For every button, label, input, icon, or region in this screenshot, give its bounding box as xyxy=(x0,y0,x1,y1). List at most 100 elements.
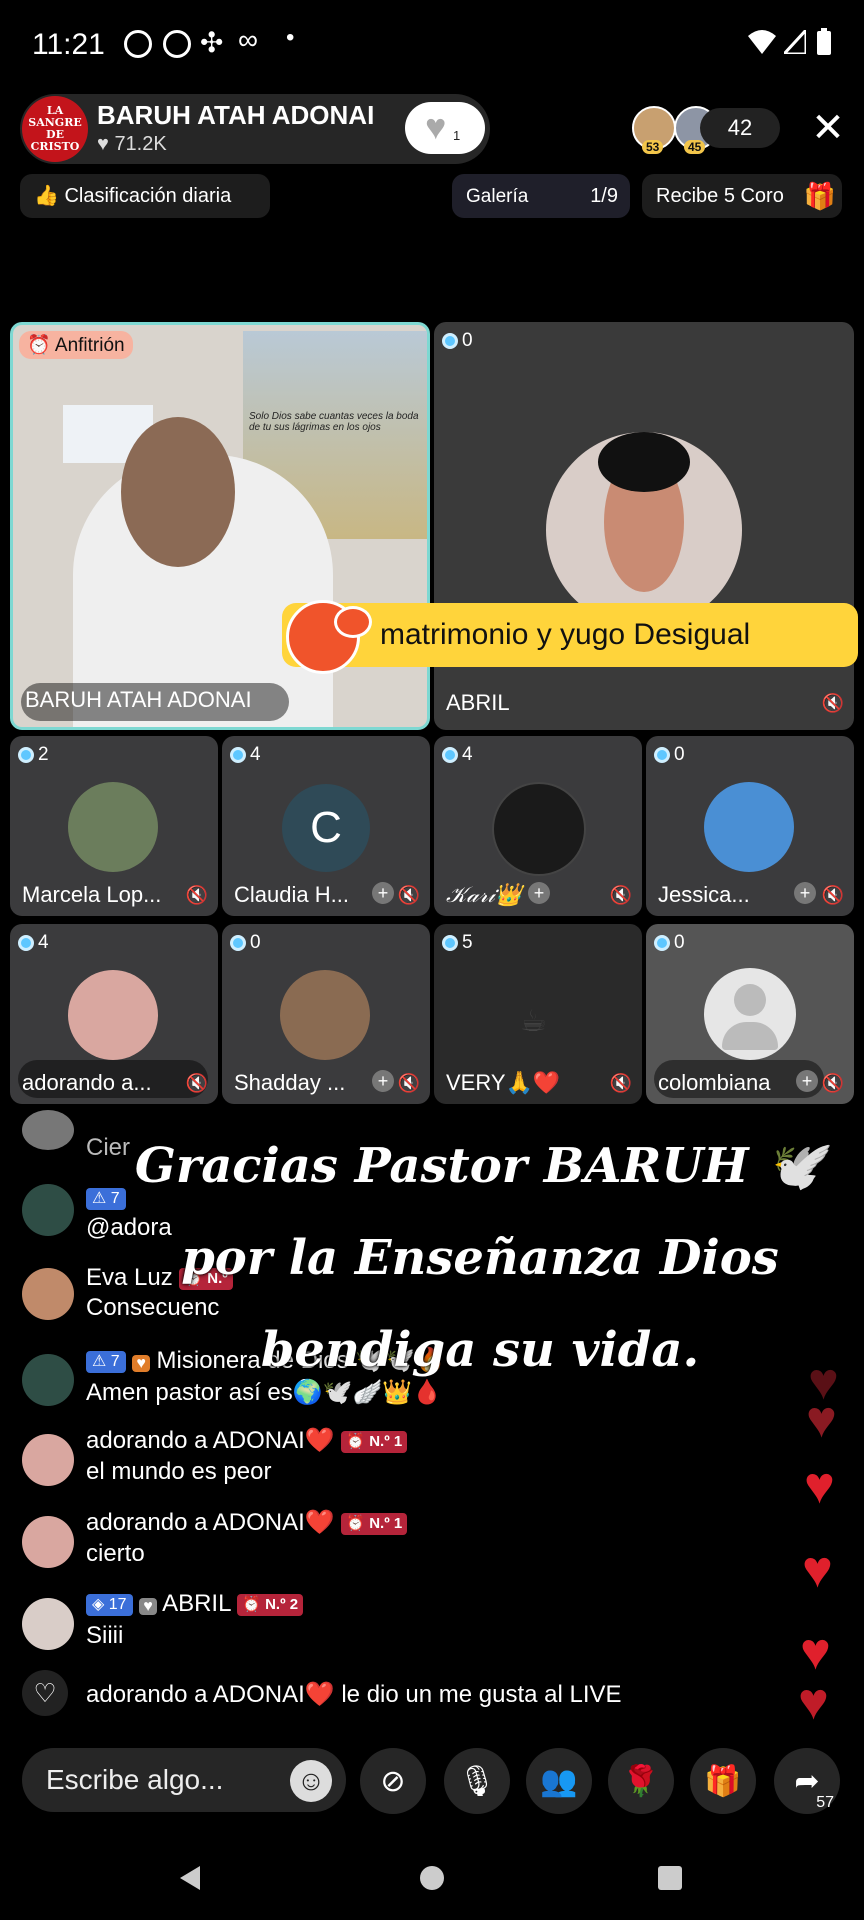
guest-tile[interactable]: 4 C Claudia H... + 🔇 xyxy=(222,736,430,916)
viewer-count[interactable]: 42 xyxy=(700,108,780,148)
guest-avatar xyxy=(492,782,586,876)
guest-name: Jessica... xyxy=(658,882,750,907)
guest-tile-main[interactable]: 0 ABRIL 🔇 xyxy=(434,322,854,730)
chat-avatar xyxy=(22,1516,74,1568)
mic-muted-icon: 🔇 xyxy=(609,1073,632,1093)
chat-message[interactable]: adorando a ADONAI❤️ ⏰ N.º 1 el mundo es … xyxy=(22,1426,662,1486)
back-nav-icon[interactable] xyxy=(176,1864,204,1892)
chat-username: adorando a ADONAI❤️ xyxy=(86,1427,335,1454)
mic-muted-icon: 🔇 xyxy=(821,693,844,713)
level-badge: ⚠ 7 xyxy=(86,1350,126,1373)
status-time: 11:21 xyxy=(32,28,105,61)
guest-name: 𝒦𝒶𝓇𝒾👑 xyxy=(446,882,523,907)
gift-box-icon: 🎁 xyxy=(803,181,836,211)
rank-badge: ⏰ N.º 1 xyxy=(341,1430,408,1453)
guest-seat-count: 4 xyxy=(38,932,49,953)
level-badge: ◈ 17 xyxy=(86,1593,133,1616)
gallery-label: Galería xyxy=(466,186,529,207)
gift-button[interactable]: 🎁 xyxy=(690,1748,756,1814)
chat-text: Siiii xyxy=(86,1622,124,1649)
gallery-page: 1/9 xyxy=(590,185,618,207)
top-viewer-avatar[interactable]: 53 xyxy=(632,106,676,154)
chat-message[interactable]: ◈ 17 ♥ ABRIL ⏰ N.º 2 Siiii xyxy=(22,1590,662,1650)
guest-avatar xyxy=(68,782,158,872)
daily-ranking-chip[interactable]: 👍 Clasificación diaria xyxy=(20,174,270,218)
mic-off-icon: 🎙 xyxy=(457,1764,497,1798)
emoji-icon[interactable]: ☺ xyxy=(290,1760,332,1802)
like-button[interactable]: ♥ 1 xyxy=(405,102,485,154)
floating-heart-icon: ♥ xyxy=(802,1541,833,1599)
live-dot-icon xyxy=(442,935,458,951)
guest-tile[interactable]: 4 𝒦𝒶𝓇𝒾👑 + 🔇 xyxy=(434,736,642,916)
more-dot-icon: • xyxy=(286,24,295,51)
guest-avatar xyxy=(280,970,370,1060)
guest-avatar: C xyxy=(282,784,370,872)
comment-placeholder: Escribe algo... xyxy=(46,1764,224,1795)
guest-tile[interactable]: 2 Marcela Lop... 🔇 xyxy=(10,736,218,916)
mic-off-button[interactable]: 🎙 xyxy=(444,1748,510,1814)
rewards-chip[interactable]: Recibe 5 Coro 🎁 xyxy=(642,174,842,218)
camera-off-button[interactable]: ⊘ xyxy=(360,1748,426,1814)
guest-name: Claudia H... xyxy=(234,882,349,907)
app-notification-icon: ✣ xyxy=(200,27,224,58)
like-button-count: 1 xyxy=(453,128,461,143)
floating-heart-icon: ♥ xyxy=(798,1673,829,1731)
guest-seat-count: 0 xyxy=(674,744,685,765)
mascot-sticker-icon xyxy=(276,596,372,674)
share-button[interactable]: ➦ 57 xyxy=(774,1748,840,1814)
overlay-line: Gracias Pastor BARUH 🕊️ xyxy=(134,1138,826,1194)
mic-muted-icon: 🔇 xyxy=(185,885,208,905)
guests-button[interactable]: 👥 xyxy=(526,1748,592,1814)
battery-icon xyxy=(817,28,831,55)
rank-badge: ⏰ N.º 2 xyxy=(237,1593,304,1616)
guest-tile[interactable]: 4 adorando a... 🔇 xyxy=(10,924,218,1104)
chat-text: cierto xyxy=(86,1540,145,1567)
guest-seat-count: 5 xyxy=(462,932,473,953)
floating-heart-icon: ♥ xyxy=(804,1457,835,1515)
rose-gift-button[interactable]: 🌹 xyxy=(608,1748,674,1814)
floating-heart-icon: ♥ xyxy=(806,1391,837,1449)
share-count: 57 xyxy=(816,1794,834,1811)
viewer-rank-badge: 53 xyxy=(642,140,664,154)
add-friend-icon[interactable]: + xyxy=(796,1070,818,1092)
overlay-line: bendiga su vida. xyxy=(260,1322,700,1378)
coffee-cup-icon: ☕ xyxy=(520,1005,547,1038)
add-friend-icon[interactable]: + xyxy=(372,882,394,904)
guest-seat-count: 0 xyxy=(250,932,261,953)
host-avatar[interactable]: LA SANGRE DE CRISTO xyxy=(22,96,88,162)
chat-username: ⚠ 7 xyxy=(86,1184,126,1212)
chat-avatar xyxy=(22,1268,74,1320)
live-dot-icon xyxy=(442,333,458,349)
whatsapp-icon xyxy=(124,30,152,58)
recents-nav-icon[interactable] xyxy=(658,1866,682,1890)
rewards-label: Recibe 5 Coro xyxy=(656,185,784,207)
guest-tile[interactable]: 0 colombiana + 🔇 xyxy=(646,924,854,1104)
daily-ranking-label: Clasificación diaria xyxy=(64,185,232,207)
guest-name: Marcela Lop... xyxy=(22,882,162,907)
live-dot-icon xyxy=(18,935,34,951)
chat-avatar xyxy=(22,1434,74,1486)
chat-avatar xyxy=(22,1184,74,1236)
heart-outline-icon: ♡ xyxy=(22,1670,68,1716)
host-likes-count: 71.2K xyxy=(114,133,167,155)
gallery-chip[interactable]: Galería 1/9 xyxy=(452,174,630,218)
guest-name: ABRIL xyxy=(446,690,510,715)
fan-badge-icon: ♥ xyxy=(139,1598,157,1615)
home-nav-icon[interactable] xyxy=(420,1866,444,1890)
chat-username: ABRIL xyxy=(162,1590,231,1617)
guest-tile[interactable]: 5 ☕ VERY🙏❤️ 🔇 xyxy=(434,924,642,1104)
chat-message[interactable]: adorando a ADONAI❤️ ⏰ N.º 1 cierto xyxy=(22,1508,662,1568)
mic-muted-icon: 🔇 xyxy=(821,885,844,905)
overlay-message: Gracias Pastor BARUH 🕊️ por la Enseñanza… xyxy=(130,1120,830,1396)
poster-caption: Solo Dios sabe cuantas veces la boda de … xyxy=(249,411,419,433)
guest-tile[interactable]: 0 Shadday ... + 🔇 xyxy=(222,924,430,1104)
topic-text: matrimonio y yugo Desigual xyxy=(380,618,751,651)
overlay-line: por la Enseñanza Dios xyxy=(181,1230,779,1286)
guest-tile[interactable]: 0 Jessica... + 🔇 xyxy=(646,736,854,916)
like-notice: ♡ adorando a ADONAI❤️ le dio un me gusta… xyxy=(22,1670,662,1720)
add-friend-icon[interactable]: + xyxy=(794,882,816,904)
people-icon: 👥 xyxy=(540,1764,578,1798)
add-friend-icon[interactable]: + xyxy=(372,1070,394,1092)
add-friend-icon[interactable]: + xyxy=(528,882,550,904)
close-icon[interactable]: ✕ xyxy=(808,108,848,148)
